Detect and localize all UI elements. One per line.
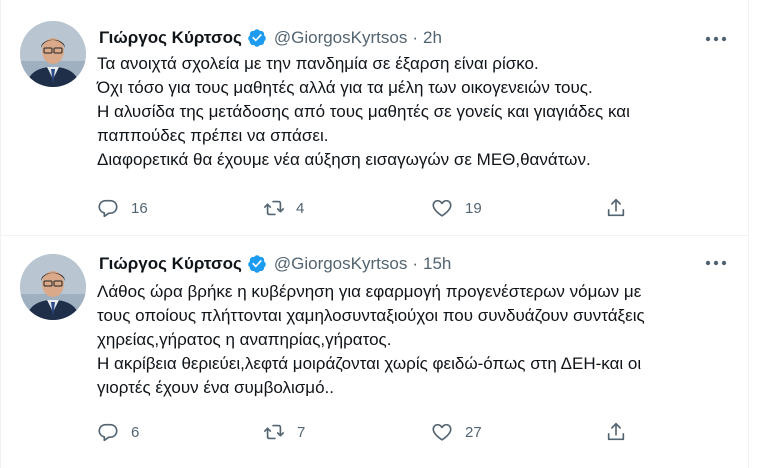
tweet-header: Γιώργος Κύρτσος @GiorgosKyrtsos · 2h (99, 26, 442, 50)
verified-badge-icon (247, 28, 267, 48)
tweet-text-line: Η αλυσίδα της μετάδοσης από τους μαθητές… (97, 102, 630, 121)
tweet-header: Γιώργος Κύρτσος @GiorgosKyrtsos · 15h (99, 252, 451, 276)
tweet-text: Τα ανοιχτά σχολεία με την πανδημία σε έξ… (97, 52, 737, 172)
retweet-count: 7 (297, 423, 306, 441)
reply-button[interactable]: 16 (97, 196, 148, 220)
tweet-text-line: παππούδες πρέπει να σπάσει. (97, 126, 329, 145)
tweet-text-line: Όχι τόσο για τους μαθητές αλλά για τα μέ… (97, 78, 593, 97)
reply-icon (98, 423, 118, 442)
timeline-right-border (748, 0, 749, 468)
share-icon (607, 422, 625, 441)
tweet-actions: 16 4 19 (1, 196, 748, 220)
tweet-text-line: Λάθος ώρα βρήκε η κυβέρνηση για εφαρμογή… (97, 282, 642, 301)
author-name[interactable]: Γιώργος Κύρτσος (99, 254, 242, 274)
heart-icon (432, 423, 452, 441)
tweet-text-line: χηρείας,γήρατος η αναπηρίας,γήρατος. (97, 330, 392, 349)
tweet-timestamp[interactable]: 2h (423, 28, 442, 48)
tweet-text-line: Η ακρίβεια θεριεύει,λεφτά μοιράζονται χω… (97, 354, 642, 373)
reply-count: 6 (131, 423, 140, 441)
retweet-count: 4 (296, 199, 305, 217)
heart-icon (432, 199, 452, 217)
verified-badge-icon (247, 254, 267, 274)
avatar[interactable] (20, 254, 86, 320)
tweet-text-line: τους οποίους πλήττονται χαμηλοσυνταξιούχ… (97, 306, 645, 325)
tweet-text-line: Διαφορετικά θα έχουμε νέα αύξηση εισαγωγ… (97, 150, 591, 169)
reply-button[interactable]: 6 (97, 420, 139, 444)
retweet-button[interactable]: 4 (263, 196, 304, 220)
tweet-actions: 6 7 27 (1, 420, 748, 444)
retweet-icon (264, 200, 284, 216)
author-handle[interactable]: @GiorgosKyrtsos (274, 254, 407, 274)
tweet-timestamp[interactable]: 15h (423, 254, 451, 274)
tweet[interactable]: Γιώργος Κύρτσος @GiorgosKyrtsos · 2h Τα … (1, 0, 748, 236)
avatar-photo (20, 254, 86, 320)
author-name[interactable]: Γιώργος Κύρτσος (99, 28, 242, 48)
like-count: 19 (465, 199, 482, 217)
reply-icon (98, 199, 118, 218)
like-button[interactable]: 19 (431, 196, 482, 220)
more-horizontal-icon[interactable] (703, 29, 729, 49)
tweet-text-line: γιορτές έχουν ένα συμβολισμό.. (97, 378, 334, 397)
avatar[interactable] (20, 21, 86, 87)
retweet-button[interactable]: 7 (263, 420, 305, 444)
separator-dot: · (412, 28, 418, 47)
more-horizontal-icon[interactable] (703, 253, 729, 273)
like-button[interactable]: 27 (431, 420, 482, 444)
share-button[interactable] (605, 420, 627, 444)
reply-count: 16 (131, 199, 148, 217)
share-icon (607, 198, 625, 217)
share-button[interactable] (605, 196, 627, 220)
tweet-text-line: Τα ανοιχτά σχολεία με την πανδημία σε έξ… (97, 54, 539, 73)
tweet[interactable]: Γιώργος Κύρτσος @GiorgosKyrtsos · 15h Λά… (1, 236, 748, 468)
separator-dot: · (412, 254, 418, 273)
like-count: 27 (465, 423, 482, 441)
avatar-photo (20, 21, 86, 87)
tweet-text: Λάθος ώρα βρήκε η κυβέρνηση για εφαρμογή… (97, 280, 737, 400)
author-handle[interactable]: @GiorgosKyrtsos (274, 28, 407, 48)
retweet-icon (264, 424, 284, 440)
